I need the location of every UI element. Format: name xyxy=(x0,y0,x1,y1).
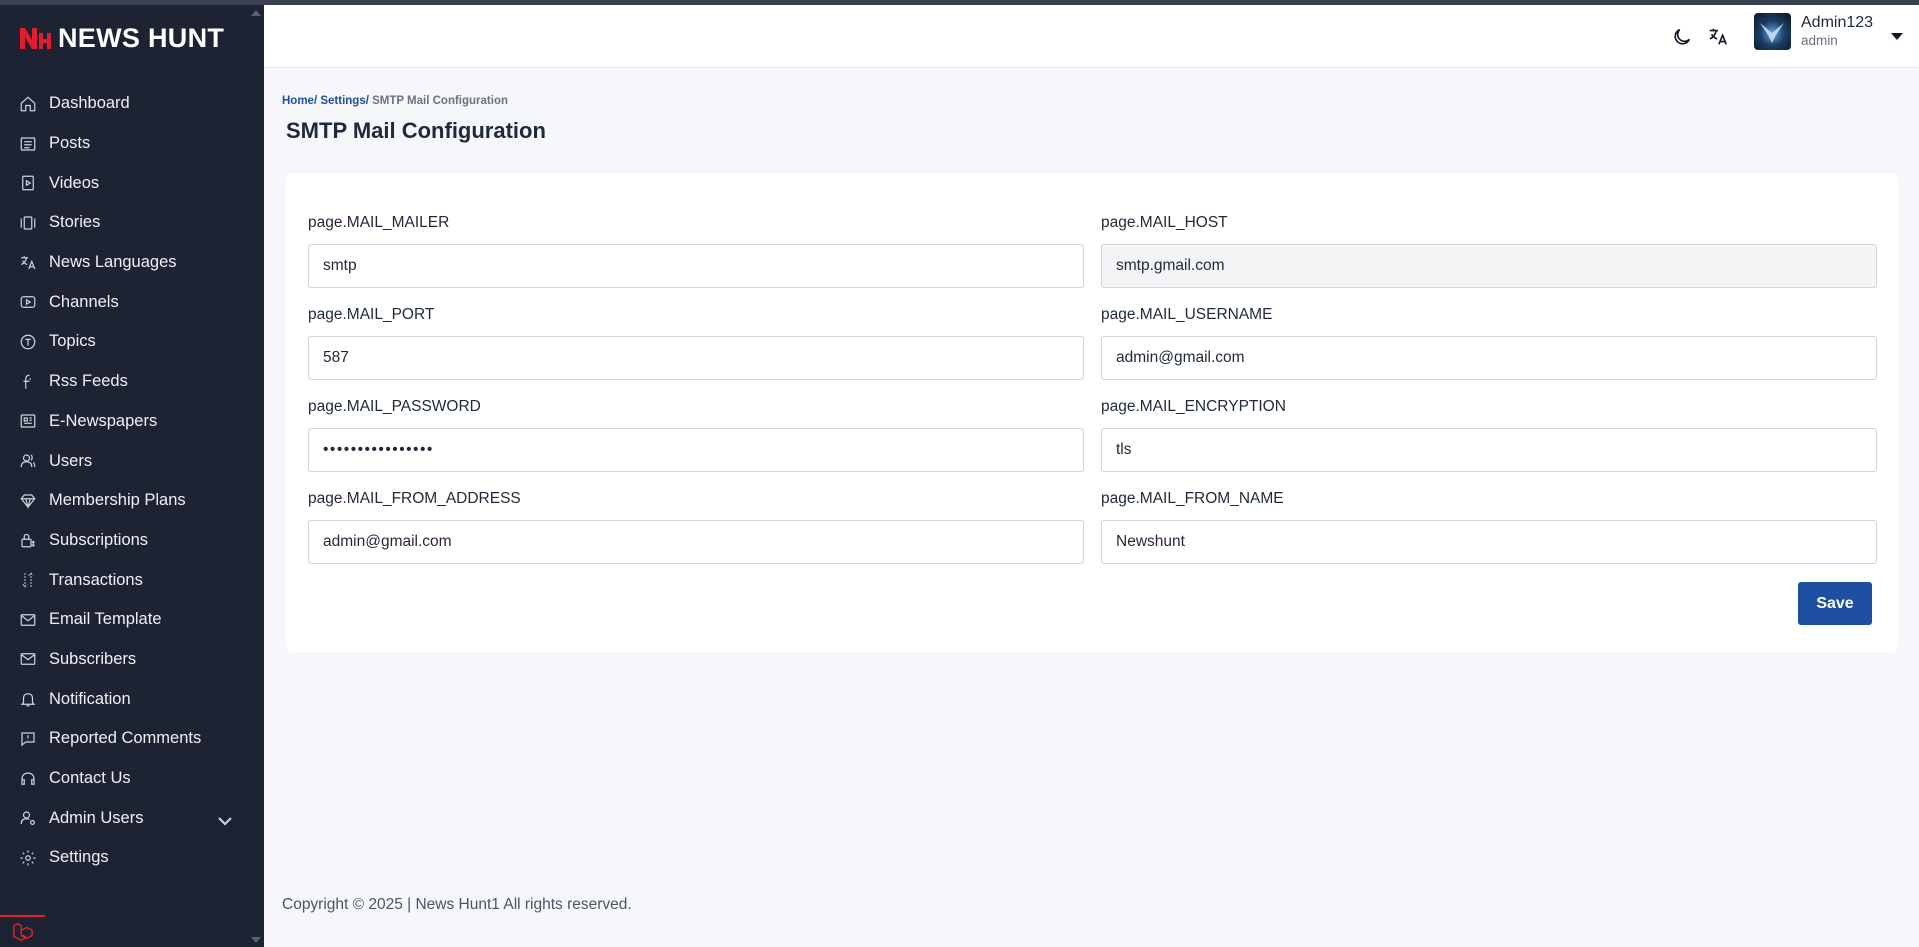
mail-encryption-input[interactable] xyxy=(1101,428,1877,472)
video-file-icon xyxy=(22,175,34,191)
rss-icon xyxy=(23,374,31,389)
subscription-icon xyxy=(21,534,35,548)
mail-mailer-label: page.MAIL_MAILER xyxy=(308,214,450,231)
sidebar-item-dashboard[interactable]: Dashboard xyxy=(0,84,264,124)
sidebar: NEWS HUNT Dashboard Posts Videos Stories… xyxy=(0,0,264,947)
sidebar-item-topics[interactable]: Topics xyxy=(0,322,264,362)
chevron-down-icon[interactable] xyxy=(216,812,234,830)
translate-icon xyxy=(21,255,36,269)
stories-icon xyxy=(20,216,36,230)
breadcrumb: Home/ Settings/ SMTP Mail Configuration xyxy=(282,95,508,107)
sidebar-item-stories[interactable]: Stories xyxy=(0,203,264,243)
comment-alert-icon xyxy=(21,732,35,747)
user-role: admin xyxy=(1801,33,1838,48)
newspaper-icon xyxy=(20,414,36,428)
translate-icon[interactable] xyxy=(1707,26,1729,48)
laravel-debug-icon[interactable] xyxy=(0,915,45,947)
transactions-icon xyxy=(22,572,34,588)
sidebar-item-settings[interactable]: Settings xyxy=(0,838,264,878)
breadcrumb-current: SMTP Mail Configuration xyxy=(372,95,508,107)
sidebar-item-rss-feeds[interactable]: Rss Feeds xyxy=(0,362,264,402)
mail-from-address-label: page.MAIL_FROM_ADDRESS xyxy=(308,490,521,507)
dark-mode-moon-icon[interactable] xyxy=(1671,26,1693,48)
sidebar-item-posts[interactable]: Posts xyxy=(0,124,264,164)
sidebar-nav: Dashboard Posts Videos Stories News Lang… xyxy=(0,84,264,878)
sidebar-item-reported-comments[interactable]: Reported Comments xyxy=(0,719,264,759)
mail-port-input[interactable] xyxy=(308,336,1084,380)
mail-port-label: page.MAIL_PORT xyxy=(308,306,435,323)
mail-from-address-input[interactable] xyxy=(308,520,1084,564)
user-name: Admin123 xyxy=(1801,14,1874,31)
mail-mailer-input[interactable] xyxy=(308,244,1084,288)
top-header xyxy=(264,5,1919,68)
user-menu-caret-icon[interactable] xyxy=(1891,33,1903,40)
sidebar-item-channels[interactable]: Channels xyxy=(0,282,264,322)
window-top-strip xyxy=(0,0,1919,5)
mail-username-input[interactable] xyxy=(1101,336,1877,380)
brand-name: NEWS HUNT xyxy=(58,22,225,53)
mail-password-input[interactable] xyxy=(308,428,1084,472)
diamond-icon xyxy=(20,494,36,509)
mail-from-name-input[interactable] xyxy=(1101,520,1877,564)
mail-from-name-label: page.MAIL_FROM_NAME xyxy=(1101,490,1284,507)
channel-icon xyxy=(20,296,36,309)
avatar xyxy=(1754,13,1791,50)
news-hunt-logo-icon xyxy=(20,28,51,49)
sidebar-scroll-up-arrow[interactable] xyxy=(251,10,261,16)
sidebar-item-news-languages[interactable]: News Languages xyxy=(0,243,264,283)
admin-user-icon xyxy=(20,811,35,826)
mail-icon xyxy=(20,653,36,666)
gear-icon xyxy=(20,850,36,866)
save-button[interactable]: Save xyxy=(1798,582,1872,625)
sidebar-item-users[interactable]: Users xyxy=(0,441,264,481)
sidebar-item-membership-plans[interactable]: Membership Plans xyxy=(0,481,264,521)
sidebar-item-notification[interactable]: Notification xyxy=(0,679,264,719)
users-icon xyxy=(20,454,36,468)
bell-icon xyxy=(20,693,36,707)
mail-password-label: page.MAIL_PASSWORD xyxy=(308,398,481,415)
headset-icon xyxy=(21,771,35,785)
mail-encryption-label: page.MAIL_ENCRYPTION xyxy=(1101,398,1286,415)
mail-icon xyxy=(20,613,36,626)
sidebar-item-contact-us[interactable]: Contact Us xyxy=(0,759,264,799)
breadcrumb-settings[interactable]: Settings/ xyxy=(320,95,369,107)
sidebar-scroll-down-arrow[interactable] xyxy=(251,937,261,943)
topic-icon xyxy=(20,334,36,350)
sidebar-item-subscriptions[interactable]: Subscriptions xyxy=(0,521,264,561)
sidebar-item-email-template[interactable]: Email Template xyxy=(0,600,264,640)
mail-username-label: page.MAIL_USERNAME xyxy=(1101,306,1273,323)
page-title: SMTP Mail Configuration xyxy=(286,118,546,143)
mail-host-label: page.MAIL_HOST xyxy=(1101,214,1228,231)
sidebar-item-subscribers[interactable]: Subscribers xyxy=(0,640,264,680)
home-icon xyxy=(20,96,36,112)
sidebar-item-admin-users[interactable]: Admin Users xyxy=(0,798,264,838)
user-menu[interactable]: Admin123 admin xyxy=(1754,13,1873,50)
breadcrumb-home[interactable]: Home/ xyxy=(282,95,317,107)
brand-logo[interactable]: NEWS HUNT xyxy=(18,22,224,54)
sidebar-item-e-newspapers[interactable]: E-Newspapers xyxy=(0,402,264,442)
smtp-config-card: page.MAIL_MAILER page.MAIL_HOST page.MAI… xyxy=(286,173,1898,652)
mail-host-input[interactable] xyxy=(1101,244,1877,288)
sidebar-item-videos[interactable]: Videos xyxy=(0,163,264,203)
footer-copyright: Copyright © 2025 | News Hunt1 All rights… xyxy=(282,896,632,913)
sidebar-item-transactions[interactable]: Transactions xyxy=(0,560,264,600)
list-icon xyxy=(20,136,36,151)
